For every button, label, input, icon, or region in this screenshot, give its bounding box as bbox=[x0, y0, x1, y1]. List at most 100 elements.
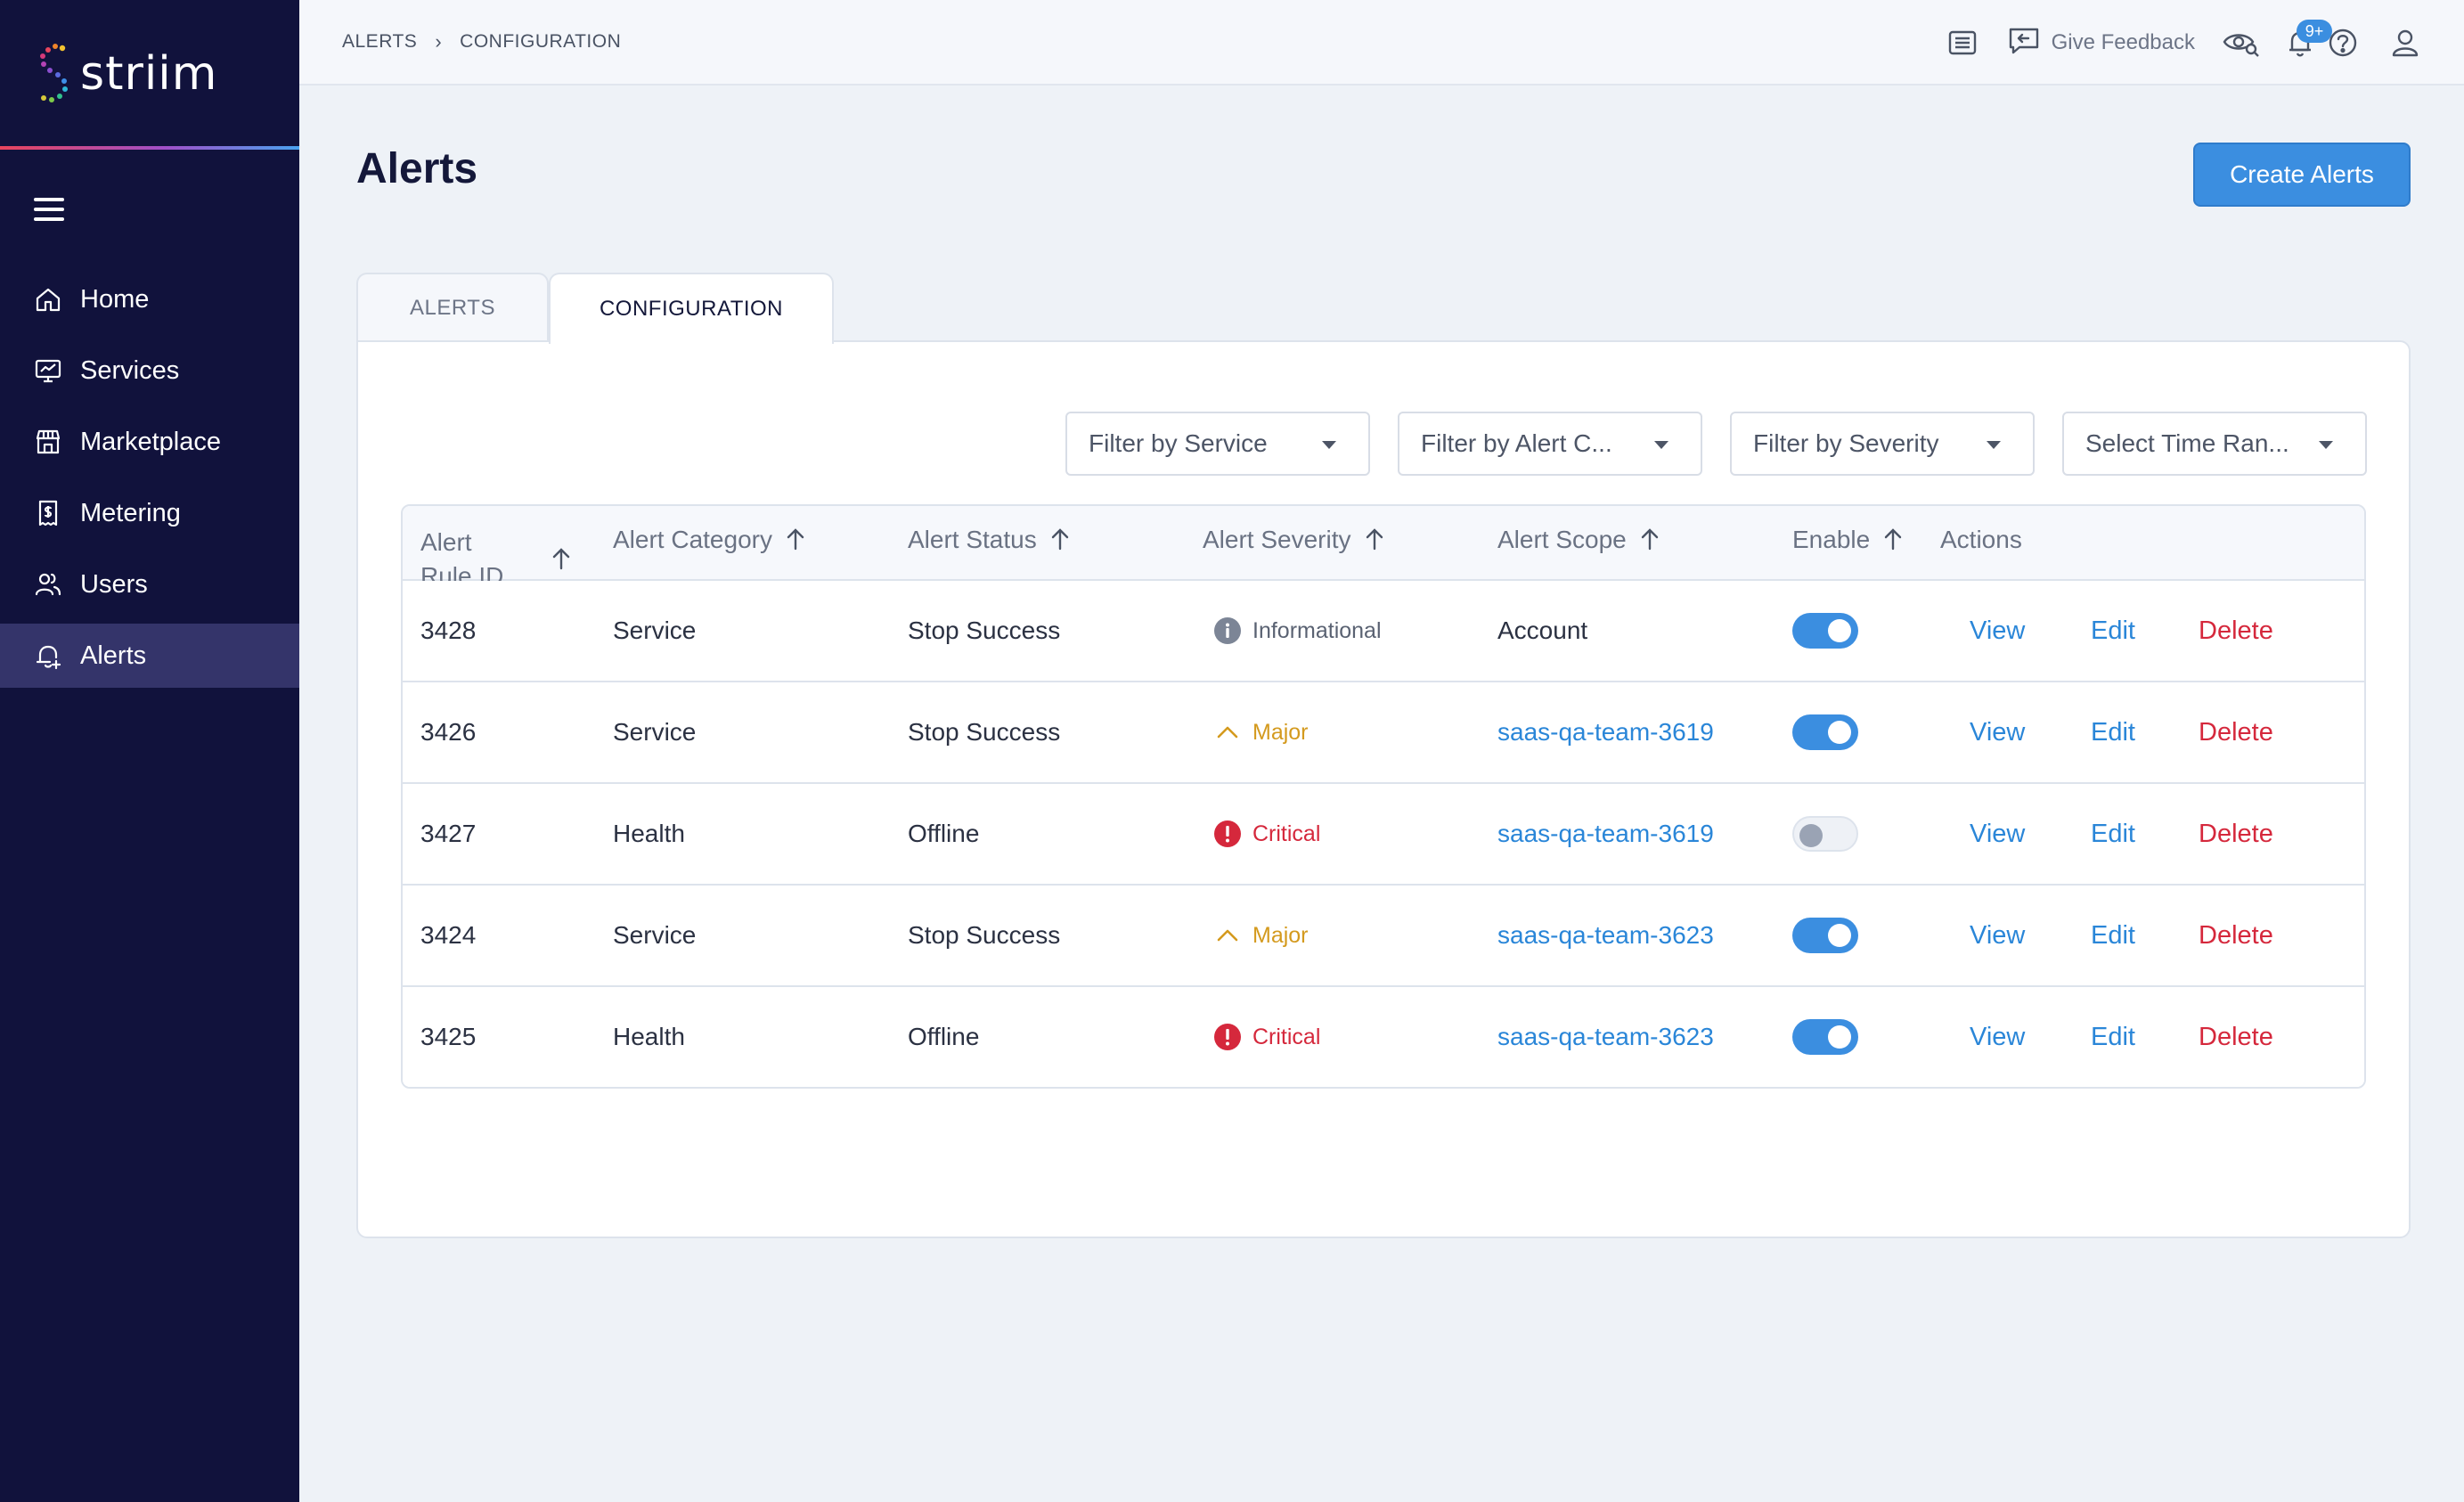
document-list-icon[interactable] bbox=[1943, 23, 1982, 62]
column-label: Actions bbox=[1940, 526, 2022, 553]
alert-status: Offline bbox=[908, 1023, 980, 1050]
brand-name: striim bbox=[80, 47, 218, 101]
eye-search-icon[interactable] bbox=[2222, 23, 2261, 62]
brand-divider bbox=[0, 146, 299, 150]
striim-logo[interactable]: striim bbox=[36, 43, 217, 105]
sort-arrow-up-icon[interactable] bbox=[551, 547, 572, 575]
alert-status: Offline bbox=[908, 820, 980, 847]
breadcrumb: ALERTS › CONFIGURATION bbox=[342, 30, 621, 53]
give-feedback-button[interactable]: Give Feedback bbox=[2007, 25, 2195, 61]
filter-by-service-select[interactable]: Filter by Service bbox=[1065, 412, 1370, 476]
alert-status: Stop Success bbox=[908, 718, 1061, 746]
column-header-alert-category[interactable]: Alert Category bbox=[613, 526, 806, 557]
chevron-up-icon bbox=[1213, 921, 1242, 950]
delete-link[interactable]: Delete bbox=[2199, 581, 2273, 681]
dropdown-caret-icon bbox=[1322, 441, 1336, 449]
column-header-alert-scope[interactable]: Alert Scope bbox=[1497, 526, 1660, 557]
chevron-right-icon: › bbox=[435, 30, 443, 53]
sidebar-item-metering[interactable]: Metering bbox=[0, 481, 299, 545]
sidebar-item-label: Metering bbox=[80, 498, 181, 527]
alert-scope-link[interactable]: saas-qa-team-3619 bbox=[1497, 682, 1714, 782]
toggle-knob bbox=[1799, 824, 1823, 847]
edit-link[interactable]: Edit bbox=[2091, 682, 2135, 782]
severity-badge: Major bbox=[1213, 886, 1309, 985]
delete-link[interactable]: Delete bbox=[2199, 784, 2273, 884]
filter-placeholder: Select Time Ran... bbox=[2085, 429, 2289, 457]
view-link[interactable]: View bbox=[1970, 987, 2025, 1087]
sort-arrow-up-icon bbox=[1639, 527, 1660, 557]
column-header-enable[interactable]: Enable bbox=[1792, 526, 1904, 557]
column-header-actions: Actions bbox=[1940, 526, 2022, 554]
column-label: Alert Severity bbox=[1203, 526, 1351, 553]
enable-toggle[interactable] bbox=[1792, 1019, 1858, 1055]
delete-link[interactable]: Delete bbox=[2199, 987, 2273, 1087]
delete-link[interactable]: Delete bbox=[2199, 682, 2273, 782]
alert-scope-link[interactable]: saas-qa-team-3619 bbox=[1497, 784, 1714, 884]
view-link[interactable]: View bbox=[1970, 682, 2025, 782]
sidebar-item-alerts[interactable]: Alerts bbox=[0, 624, 299, 688]
tab-alerts[interactable]: ALERTS bbox=[356, 273, 549, 342]
column-header-alert-status[interactable]: Alert Status bbox=[908, 526, 1071, 557]
column-header-alert-severity[interactable]: Alert Severity bbox=[1203, 526, 1385, 557]
toggle-knob bbox=[1828, 721, 1851, 744]
create-alerts-button[interactable]: Create Alerts bbox=[2193, 143, 2411, 207]
alert-category: Service bbox=[613, 616, 697, 644]
table-row: 3428 Service Stop Success Informational … bbox=[403, 581, 2364, 682]
enable-toggle[interactable] bbox=[1792, 714, 1858, 750]
edit-link[interactable]: Edit bbox=[2091, 987, 2135, 1087]
sort-arrow-up-icon bbox=[785, 527, 806, 557]
view-link[interactable]: View bbox=[1970, 581, 2025, 681]
breadcrumb-alerts[interactable]: ALERTS bbox=[342, 31, 417, 53]
toggle-knob bbox=[1828, 619, 1851, 642]
alert-scope-link[interactable]: saas-qa-team-3623 bbox=[1497, 987, 1714, 1087]
edit-link[interactable]: Edit bbox=[2091, 581, 2135, 681]
sidebar-item-users[interactable]: Users bbox=[0, 552, 299, 616]
alerts-config-table: Alert Rule ID Alert Category Alert Statu… bbox=[401, 504, 2366, 1089]
sidebar-item-marketplace[interactable]: Marketplace bbox=[0, 410, 299, 474]
sidebar-item-home[interactable]: Home bbox=[0, 267, 299, 331]
edit-link[interactable]: Edit bbox=[2091, 886, 2135, 985]
delete-link[interactable]: Delete bbox=[2199, 886, 2273, 985]
monitor-chart-icon bbox=[32, 355, 64, 387]
receipt-dollar-icon bbox=[32, 497, 64, 529]
alert-category: Service bbox=[613, 921, 697, 949]
alert-scope-link[interactable]: saas-qa-team-3623 bbox=[1497, 886, 1714, 985]
store-icon bbox=[32, 426, 64, 458]
enable-toggle[interactable] bbox=[1792, 918, 1858, 953]
table-row: 3424 Service Stop Success Major saas-qa-… bbox=[403, 886, 2364, 987]
enable-toggle[interactable] bbox=[1792, 816, 1858, 852]
user-profile-icon[interactable] bbox=[2386, 23, 2425, 62]
filter-by-severity-select[interactable]: Filter by Severity bbox=[1730, 412, 2035, 476]
enable-cell bbox=[1792, 682, 1858, 782]
help-icon[interactable] bbox=[2323, 23, 2362, 62]
severity-label: Critical bbox=[1252, 1024, 1321, 1049]
menu-toggle-button[interactable] bbox=[34, 194, 64, 224]
alert-circle-icon bbox=[1213, 820, 1242, 848]
view-link[interactable]: View bbox=[1970, 784, 2025, 884]
notifications-bell-icon[interactable]: 9+ bbox=[2280, 20, 2332, 62]
edit-link[interactable]: Edit bbox=[2091, 784, 2135, 884]
sidebar-item-services[interactable]: Services bbox=[0, 339, 299, 403]
enable-toggle[interactable] bbox=[1792, 613, 1858, 649]
table-row: 3426 Service Stop Success Major saas-qa-… bbox=[403, 682, 2364, 784]
sidebar-item-label: Home bbox=[80, 284, 150, 314]
sort-arrow-up-icon bbox=[1882, 527, 1904, 557]
column-label: Alert Scope bbox=[1497, 526, 1627, 553]
dropdown-caret-icon bbox=[2319, 441, 2333, 449]
severity-label: Critical bbox=[1252, 820, 1321, 846]
top-bar: ALERTS › CONFIGURATION Give Feedback 9+ bbox=[299, 0, 2464, 86]
enable-cell bbox=[1792, 886, 1858, 985]
severity-badge: Critical bbox=[1213, 784, 1320, 884]
alert-status: Stop Success bbox=[908, 921, 1061, 949]
view-link[interactable]: View bbox=[1970, 886, 2025, 985]
tab-configuration[interactable]: CONFIGURATION bbox=[549, 273, 834, 344]
select-time-range-select[interactable]: Select Time Ran... bbox=[2062, 412, 2367, 476]
dropdown-caret-icon bbox=[1654, 441, 1669, 449]
column-label: Alert Status bbox=[908, 526, 1037, 553]
give-feedback-label: Give Feedback bbox=[2051, 30, 2195, 54]
alert-category: Health bbox=[613, 1023, 685, 1050]
hamburger-line bbox=[34, 208, 64, 211]
feedback-icon bbox=[2007, 25, 2041, 61]
filter-by-alert-category-select[interactable]: Filter by Alert C... bbox=[1398, 412, 1702, 476]
table-row: 3425 Health Offline Critical saas-qa-tea… bbox=[403, 987, 2364, 1087]
